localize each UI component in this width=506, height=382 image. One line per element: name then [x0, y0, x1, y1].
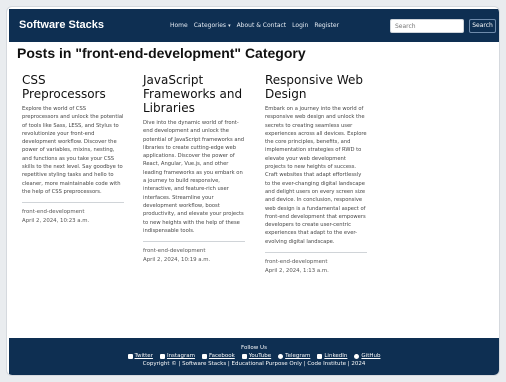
social-link-label: LinkedIn [324, 353, 348, 359]
social-link-telegram[interactable]: Telegram [278, 352, 310, 360]
social-link-instagram[interactable]: Instagram [159, 352, 195, 360]
footer: Follow Us Twitter Instagram Facebook You… [9, 338, 499, 375]
youtube-icon [241, 353, 247, 359]
nav-register-link[interactable]: Register [314, 22, 339, 29]
post-divider [143, 241, 245, 243]
facebook-icon [201, 353, 207, 359]
navbar: Software Stacks Home Categories ▾ About &… [9, 9, 499, 42]
post-excerpt: Dive into the dynamic world of front-end… [143, 120, 245, 234]
twitter-icon [127, 353, 133, 359]
nav-categories-label: Categories [193, 22, 227, 29]
post-divider [22, 202, 124, 204]
social-link-label: Telegram [285, 353, 311, 359]
post-category: front-end-development [22, 209, 85, 216]
copyright-text: Copyright © | Software Stacks | Educatio… [142, 361, 366, 367]
social-link-label: Twitter [134, 353, 153, 359]
post-category: front-end-development [143, 248, 206, 255]
github-icon [354, 353, 360, 359]
social-links: Twitter Instagram Facebook YouTube Teleg… [9, 352, 499, 360]
nav-about-link[interactable]: About & Contact [237, 22, 287, 29]
telegram-icon [278, 353, 284, 359]
social-link-label: Instagram [166, 353, 195, 359]
post-excerpt: Embark on a journey into the world of re… [265, 106, 367, 245]
post-title-link[interactable]: Responsive Web Design [265, 73, 367, 101]
post-title-link[interactable]: CSS Preprocessors [22, 73, 124, 101]
post-date: April 2, 2024, 10:23 a.m. [22, 218, 90, 225]
nav-categories-dropdown[interactable]: Categories ▾ [194, 22, 231, 29]
post-title-link[interactable]: JavaScript Frameworks and Libraries [143, 73, 245, 115]
search-input[interactable] [390, 19, 464, 33]
social-link-facebook[interactable]: Facebook [201, 352, 235, 360]
post-divider [265, 252, 367, 254]
social-link-twitter[interactable]: Twitter [127, 352, 153, 360]
social-link-youtube[interactable]: YouTube [241, 352, 272, 360]
post-card: CSS Preprocessors Explore the world of C… [22, 73, 124, 225]
page-title: Posts in "front-end-development" Categor… [17, 45, 306, 61]
footer-title: Follow Us [241, 345, 267, 351]
nav-home-link[interactable]: Home [170, 22, 188, 29]
post-excerpt: Explore the world of CSS preprocessors a… [22, 106, 124, 195]
post-card: JavaScript Frameworks and Libraries Dive… [143, 73, 245, 264]
linkedin-icon [317, 353, 323, 359]
post-date: April 2, 2024, 1:13 a.m. [265, 268, 329, 275]
brand-logo[interactable]: Software Stacks [19, 9, 104, 42]
search-button[interactable]: Search [469, 19, 496, 33]
social-link-label: YouTube [248, 353, 272, 359]
nav-links: Home Categories ▾ About & Contact Login R… [170, 9, 345, 42]
social-link-github[interactable]: GitHub [354, 352, 380, 360]
nav-login-link[interactable]: Login [292, 22, 308, 29]
post-date: April 2, 2024, 10:19 a.m. [143, 257, 211, 264]
instagram-icon [159, 353, 165, 359]
post-category: front-end-development [265, 259, 328, 266]
social-link-linkedin[interactable]: LinkedIn [317, 352, 347, 360]
chevron-down-icon: ▾ [228, 23, 231, 29]
social-link-label: GitHub [361, 353, 381, 359]
social-link-label: Facebook [208, 353, 235, 359]
post-card: Responsive Web Design Embark on a journe… [265, 73, 367, 275]
browser-viewport: Software Stacks Home Categories ▾ About &… [6, 6, 500, 376]
